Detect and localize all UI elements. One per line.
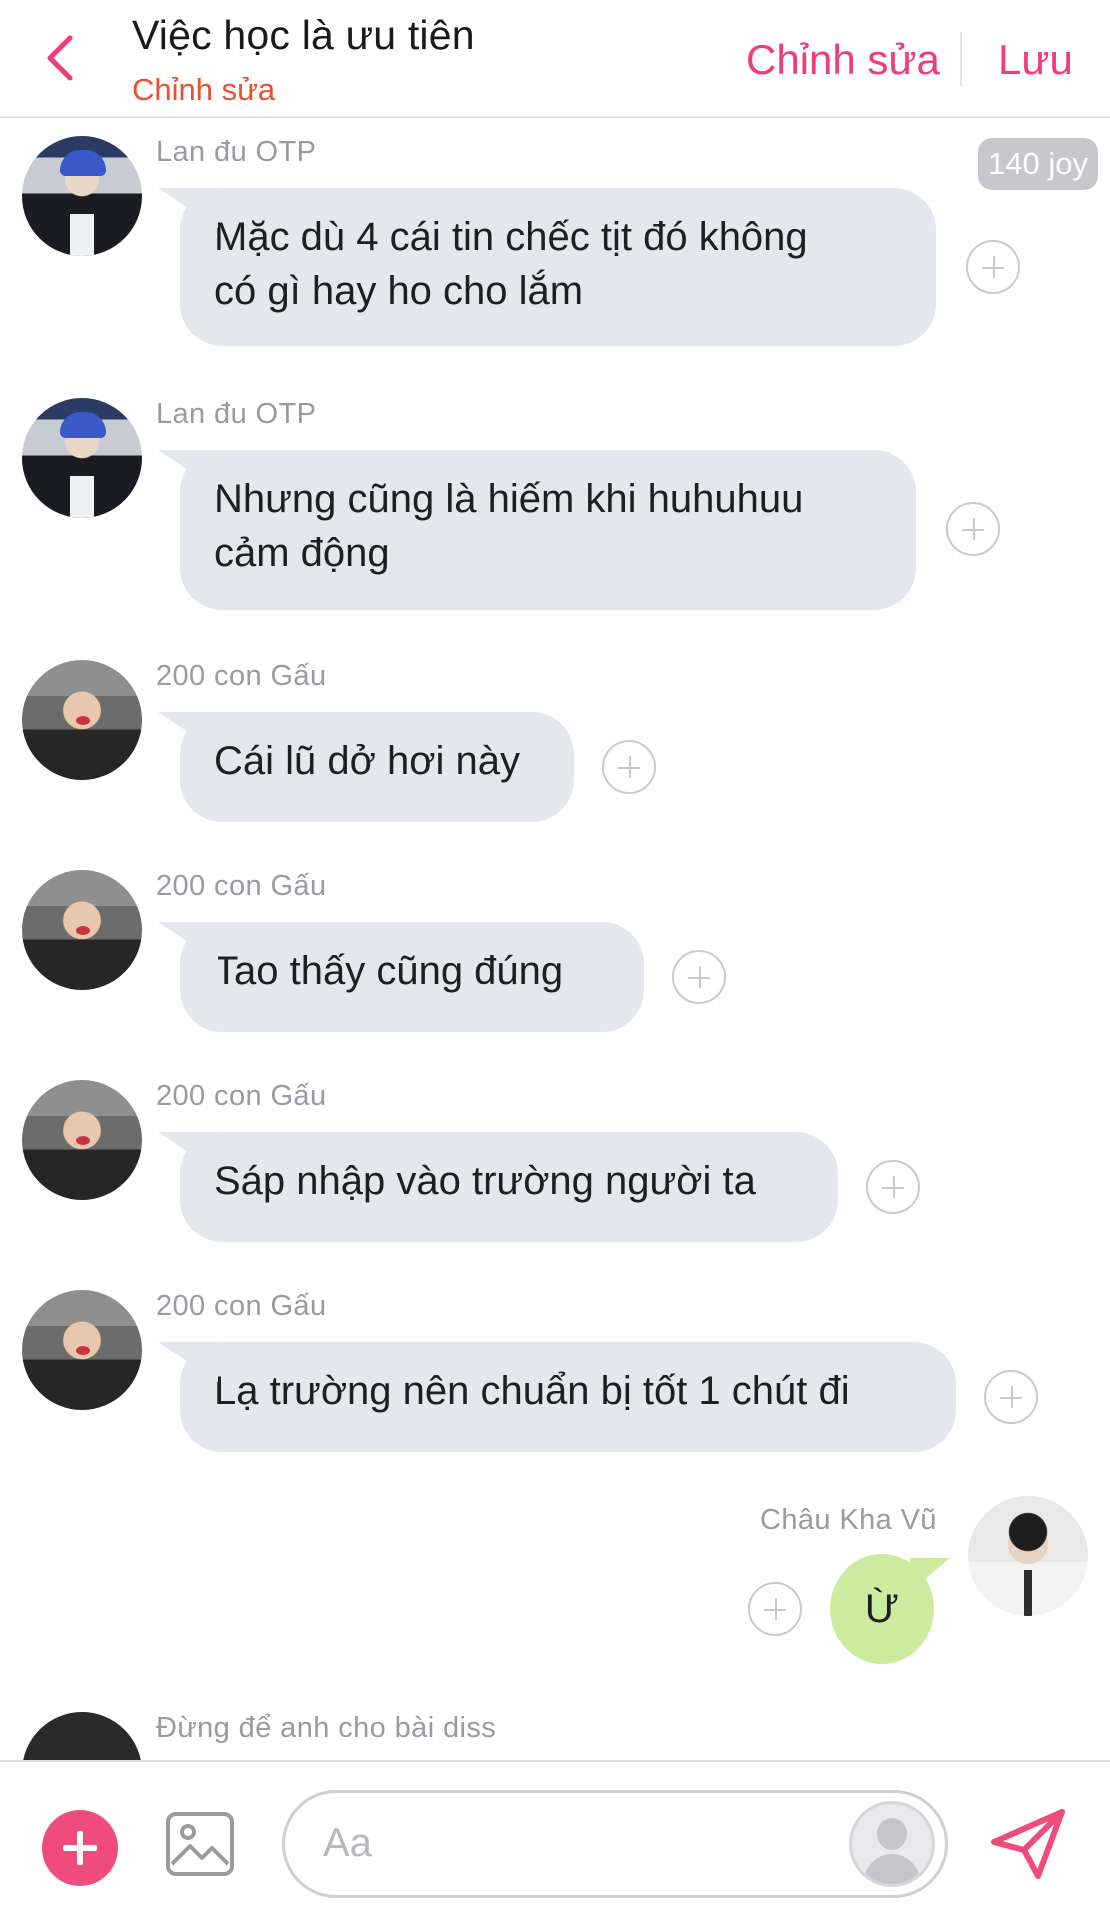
message-text-line: có gì hay ho cho lắm [214, 269, 584, 313]
add-reaction-icon[interactable] [946, 502, 1000, 556]
message-text-line: Cái lũ dở hơi này [214, 739, 520, 783]
plus-icon[interactable] [42, 1810, 118, 1886]
send-icon[interactable] [988, 1806, 1068, 1882]
message-bubble[interactable]: Ừ [830, 1554, 934, 1664]
message-row: 200 con Gấu Lạ trường nên chuẩn bị tốt 1… [0, 1284, 1110, 1454]
sender-name: Lan đu OTP [156, 398, 317, 430]
sender-name: Đừng để anh cho bài diss [156, 1712, 497, 1744]
message-text-line: Nhưng cũng là hiếm khi huhuhuu [214, 477, 804, 521]
chat-header: Việc học là ưu tiên Chỉnh sửa Chỉnh sửa … [0, 0, 1110, 118]
message-row: Đừng để anh cho bài diss [0, 1706, 1110, 1760]
message-row: Lan đu OTP Nhưng cũng là hiếm khi huhuhu… [0, 392, 1110, 622]
message-bubble[interactable]: Sáp nhập vào trường người ta [180, 1132, 838, 1242]
add-reaction-icon[interactable] [984, 1370, 1038, 1424]
header-divider [960, 32, 962, 86]
add-reaction-icon[interactable] [602, 740, 656, 794]
image-icon[interactable] [164, 1810, 236, 1878]
character-avatar-icon[interactable] [849, 1801, 935, 1887]
sender-name: Lan đu OTP [156, 136, 317, 168]
avatar-200-con-gau[interactable] [22, 1080, 142, 1200]
sender-name: 200 con Gấu [156, 870, 327, 902]
message-bubble[interactable]: Mặc dù 4 cái tin chếc tịt đó không có gì… [180, 188, 936, 346]
composer-bar: Aa [0, 1760, 1110, 1920]
avatar-chau-kha-vu[interactable] [968, 1496, 1088, 1616]
chat-subtitle[interactable]: Chỉnh sửa [132, 72, 275, 108]
message-row: 200 con Gấu Cái lũ dở hơi này [0, 654, 1110, 824]
avatar-lan-du-otp[interactable] [22, 136, 142, 256]
sender-name: Châu Kha Vũ [760, 1504, 937, 1536]
message-text-line: Ừ [864, 1587, 900, 1631]
avatar-lan-du-otp[interactable] [22, 398, 142, 518]
message-row: 200 con Gấu Sáp nhập vào trường người ta [0, 1074, 1110, 1244]
sender-name: 200 con Gấu [156, 660, 327, 692]
message-bubble[interactable]: Cái lũ dở hơi này [180, 712, 574, 822]
message-row: Lan đu OTP Mặc dù 4 cái tin chếc tịt đó … [0, 130, 1110, 360]
avatar-200-con-gau[interactable] [22, 1290, 142, 1410]
add-reaction-icon[interactable] [966, 240, 1020, 294]
avatar-200-con-gau[interactable] [22, 870, 142, 990]
message-text-line: Tao thấy cũng đúng [214, 949, 564, 993]
message-input-placeholder: Aa [323, 1821, 372, 1865]
sender-name: 200 con Gấu [156, 1290, 327, 1322]
edit-button[interactable]: Chỉnh sửa [746, 36, 940, 84]
avatar-200-con-gau[interactable] [22, 660, 142, 780]
message-text-line: Mặc dù 4 cái tin chếc tịt đó không [214, 215, 808, 259]
save-button[interactable]: Lưu [998, 36, 1073, 84]
message-bubble[interactable]: Tao thấy cũng đúng [180, 922, 644, 1032]
message-text-line: cảm động [214, 531, 390, 575]
message-row-outgoing: Châu Kha Vũ Ừ [0, 1496, 1110, 1666]
add-reaction-icon[interactable] [748, 1582, 802, 1636]
sender-name: 200 con Gấu [156, 1080, 327, 1112]
chat-title: Việc học là ưu tiên [132, 12, 475, 58]
message-text-line: Sáp nhập vào trường người ta [214, 1159, 756, 1203]
message-text-line: Lạ trường nên chuẩn bị tốt 1 chút đi [214, 1369, 850, 1413]
message-input[interactable]: Aa [282, 1790, 948, 1898]
add-reaction-icon[interactable] [672, 950, 726, 1004]
chevron-left-icon[interactable] [40, 30, 80, 86]
message-bubble[interactable]: Lạ trường nên chuẩn bị tốt 1 chút đi [180, 1342, 956, 1452]
add-reaction-icon[interactable] [866, 1160, 920, 1214]
message-bubble[interactable]: Nhưng cũng là hiếm khi huhuhuu cảm động [180, 450, 916, 610]
avatar-dung-de-anh[interactable] [22, 1712, 142, 1760]
message-row: 200 con Gấu Tao thấy cũng đúng [0, 864, 1110, 1034]
